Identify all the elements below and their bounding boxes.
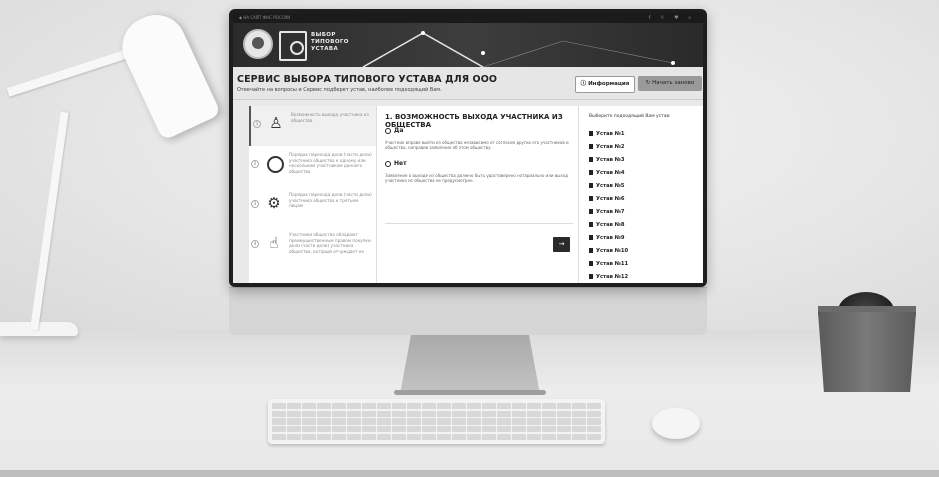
step-item[interactable]: 2 Порядок перехода доли (части доли) уча… (249, 146, 376, 186)
option-description: Участник вправе выйти из общества незави… (385, 140, 569, 151)
page-subtitle: Отвечайте на вопросы и Сервис подберет у… (237, 87, 442, 93)
hand-icon: ☝ (269, 234, 279, 252)
monitor-stand-foot (394, 390, 546, 395)
radio-icon[interactable] (385, 127, 391, 134)
document-icon (589, 248, 593, 253)
charter-item[interactable]: Устав №2 (589, 144, 625, 150)
screen: ◆ НА САЙТ ФНС РОССИИ f ☼ ♥ ⌕ ВЫБОР ТИПОВ… (233, 13, 703, 283)
document-icon (589, 183, 593, 188)
step-item[interactable]: 3 ⚙ Порядок перехода доли (части доли) у… (249, 186, 376, 226)
document-icon (589, 170, 593, 175)
charters-panel: Выберите подходящий Вам устав: Устав №1 … (579, 106, 703, 283)
charter-item[interactable]: Устав №7 (589, 209, 625, 215)
steps-list: 1 ♙ Возможность выхода участника из обще… (249, 106, 377, 283)
step-number: 1 (253, 120, 261, 128)
document-icon (589, 235, 593, 240)
charter-item[interactable]: Устав №9 (589, 235, 625, 241)
fns-site-link[interactable]: ◆ НА САЙТ ФНС РОССИИ (239, 15, 290, 20)
restart-button[interactable]: ↻ Начать заново (638, 76, 702, 91)
service-logo-text[interactable]: ВЫБОР ТИПОВОГО УСТАВА (311, 32, 349, 53)
document-icon (589, 261, 593, 266)
monitor-stand (400, 334, 540, 394)
charter-item[interactable]: Устав №4 (589, 170, 625, 176)
document-icon (589, 196, 593, 201)
charter-item[interactable]: Устав №1 (589, 131, 625, 137)
site-topbar: ◆ НА САЙТ ФНС РОССИИ f ☼ ♥ ⌕ (233, 13, 703, 23)
document-icon (589, 209, 593, 214)
person-icon: ♙ (269, 114, 283, 132)
mouse (652, 408, 700, 439)
document-icon (589, 157, 593, 162)
question-panel: 1. ВОЗМОЖНОСТЬ ВЫХОДА УЧАСТНИКА ИЗ ОБЩЕС… (377, 106, 579, 283)
circle-icon (267, 156, 284, 173)
charter-item[interactable]: Устав №3 (589, 157, 625, 163)
option-label: Да (394, 127, 404, 134)
option-no[interactable]: Нет (385, 160, 407, 167)
document-icon (589, 222, 593, 227)
step-label: Порядок перехода доли (части доли) участ… (289, 152, 372, 174)
question-title: 1. ВОЗМОЖНОСТЬ ВЫХОДА УЧАСТНИКА ИЗ ОБЩЕС… (385, 113, 563, 129)
gear-icon: ⚙ (267, 194, 281, 212)
site-header: ВЫБОР ТИПОВОГО УСТАВА (233, 23, 703, 67)
option-yes[interactable]: Да (385, 127, 403, 134)
step-item[interactable]: 1 ♙ Возможность выхода участника из обще… (249, 106, 376, 146)
charter-item[interactable]: Устав №8 (589, 222, 625, 228)
social-links[interactable]: f ☼ ♥ ⌕ (649, 13, 695, 23)
option-description: Заявление о выходе из общества должно бы… (385, 173, 568, 184)
step-number: 3 (251, 200, 259, 208)
step-label: Порядок перехода доли (части доли) участ… (289, 192, 372, 209)
monitor: ◆ НА САЙТ ФНС РОССИИ f ☼ ♥ ⌕ ВЫБОР ТИПОВ… (229, 9, 707, 287)
step-item[interactable]: 4 ☝ Участники общества обладают преимуще… (249, 226, 376, 266)
divider (385, 223, 573, 224)
page-title: СЕРВИС ВЫБОРА ТИПОВОГО УСТАВА ДЛЯ ООО (237, 74, 498, 85)
option-label: Нет (394, 160, 407, 167)
info-button[interactable]: ⓘ Информация (575, 76, 635, 93)
content-area: 1 ♙ Возможность выхода участника из обще… (233, 100, 703, 283)
plant-pot (818, 312, 916, 392)
radio-icon[interactable] (385, 160, 391, 167)
document-icon (589, 131, 593, 136)
charter-item[interactable]: Устав №6 (589, 196, 625, 202)
lamp-base (0, 322, 78, 336)
charters-header: Выберите подходящий Вам устав: (589, 114, 671, 119)
charter-item[interactable]: Устав №5 (589, 183, 625, 189)
next-arrow-button[interactable]: → (553, 237, 570, 252)
step-number: 2 (251, 160, 259, 168)
charter-item[interactable]: Устав №10 (589, 248, 628, 254)
keyboard (268, 399, 605, 444)
keyboard-keys (272, 403, 601, 440)
step-label: Участники общества обладают преимуществе… (289, 232, 371, 254)
fns-emblem-icon[interactable] (243, 29, 273, 59)
document-icon (589, 144, 593, 149)
step-number: 4 (251, 240, 259, 248)
step-label: Возможность выхода участника из общества (291, 112, 369, 123)
charter-item[interactable]: Устав №12 (589, 274, 628, 280)
charter-item[interactable]: Устав №11 (589, 261, 628, 267)
page-titlebar: СЕРВИС ВЫБОРА ТИПОВОГО УСТАВА ДЛЯ ООО От… (233, 67, 703, 100)
document-search-icon (279, 31, 307, 61)
desk-edge (0, 470, 939, 477)
document-icon (589, 274, 593, 279)
monitor-chin (229, 287, 707, 335)
